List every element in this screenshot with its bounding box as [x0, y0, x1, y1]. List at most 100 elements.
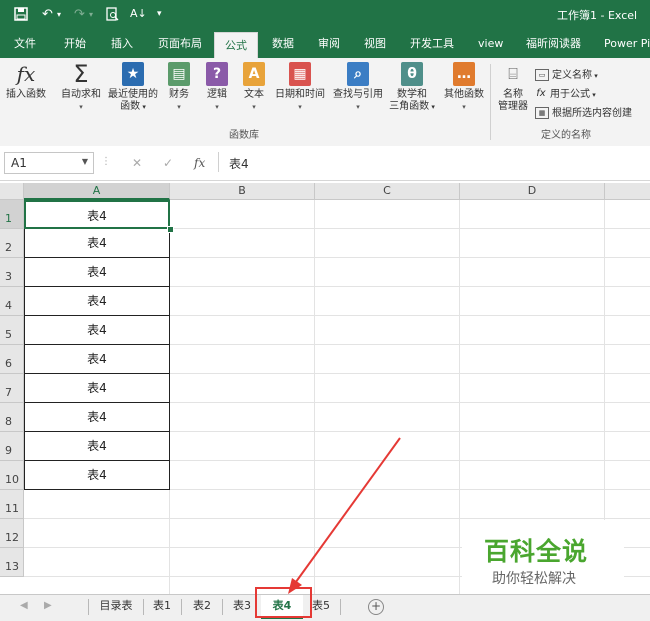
row-header[interactable]: 11 — [0, 490, 24, 519]
sheet-separator — [181, 599, 182, 615]
autosum-button[interactable]: Σ 自动求和 ▾ — [58, 62, 104, 113]
watermark: 百科全说 助你轻松解决 — [462, 520, 624, 594]
print-preview-icon[interactable] — [105, 7, 119, 25]
use-in-formula-button[interactable]: fx 用于公式 ▾ — [535, 85, 595, 101]
gridline — [24, 518, 650, 519]
column-header-c[interactable]: C — [315, 183, 460, 200]
prev-sheet-icon[interactable]: ◀ — [20, 600, 28, 611]
fx-small-icon: fx — [536, 88, 546, 99]
row-header[interactable]: 13 — [0, 548, 24, 577]
tab-view[interactable]: 视图 — [364, 30, 386, 58]
define-name-icon: ▭ — [535, 69, 549, 81]
sheet-tab-bar: ◀ ▶ 目录表 表1 表2 表3 表4 表5 + — [0, 594, 650, 621]
tab-view-en[interactable]: view — [478, 30, 503, 58]
fill-handle[interactable] — [167, 226, 174, 233]
fx-icon: fx — [16, 62, 36, 86]
financial-button[interactable]: ▤ 财务 ▾ — [166, 62, 192, 113]
chevron-down-icon: ▾ — [592, 72, 598, 80]
insert-function-icon[interactable]: fx — [194, 156, 205, 170]
redo-dropdown-icon[interactable]: ▾ — [89, 10, 93, 19]
column-header-b[interactable]: B — [170, 183, 315, 200]
next-sheet-icon[interactable]: ▶ — [44, 600, 52, 611]
chevron-down-icon: ▾ — [215, 103, 219, 111]
chevron-down-icon: ▾ — [462, 103, 466, 111]
window-title: 工作簿1 - Excel — [557, 9, 638, 22]
undo-dropdown-icon[interactable]: ▾ — [57, 10, 61, 19]
redo-icon[interactable]: ↷ — [74, 7, 85, 22]
chevron-down-icon[interactable]: ▼ — [82, 157, 88, 166]
cell-a9[interactable]: 表4 — [24, 432, 170, 461]
tab-power-pivot[interactable]: Power Pi — [604, 30, 650, 58]
cancel-icon[interactable]: ✕ — [132, 156, 142, 170]
insert-function-button[interactable]: fx 插入函数 — [4, 62, 48, 101]
tab-formulas[interactable]: 公式 — [214, 32, 258, 59]
cell-a3[interactable]: 表4 — [24, 258, 170, 287]
row-header[interactable]: 8 — [0, 403, 24, 432]
cell-a2[interactable]: 表4 — [24, 229, 170, 258]
row-header[interactable]: 1 — [0, 200, 24, 229]
cell-a4[interactable]: 表4 — [24, 287, 170, 316]
cell-a8[interactable]: 表4 — [24, 403, 170, 432]
ribbon: fx 插入函数 Σ 自动求和 ▾ ★ 最近使用的 函数 ▾ ▤ 财务 ▾ ? 逻… — [0, 58, 650, 147]
row-header[interactable]: 7 — [0, 374, 24, 403]
tab-page-layout[interactable]: 页面布局 — [158, 30, 202, 58]
define-name-button[interactable]: ▭ 定义名称 ▾ — [535, 66, 598, 81]
text-button[interactable]: A 文本 ▾ — [241, 62, 267, 113]
tab-data[interactable]: 数据 — [272, 30, 294, 58]
cell-a6[interactable]: 表4 — [24, 345, 170, 374]
column-header-d[interactable]: D — [460, 183, 605, 200]
undo-icon[interactable]: ↶ — [42, 7, 53, 22]
tab-home[interactable]: 开始 — [64, 30, 86, 58]
sheet-tab-1[interactable]: 表1 — [145, 595, 179, 619]
cell-a5[interactable]: 表4 — [24, 316, 170, 345]
name-manager-button[interactable]: ⌸ 名称 管理器 — [494, 62, 532, 113]
date-time-button[interactable]: ▦ 日期和时间 ▾ — [272, 62, 328, 113]
formula-bar: A1 ▼ ⋮ ✕ ✓ fx 表4 — [0, 146, 650, 181]
name-box[interactable]: A1 ▼ — [4, 152, 94, 174]
lookup-reference-button[interactable]: ⌕ 查找与引用 ▾ — [330, 62, 386, 113]
row-header[interactable]: 3 — [0, 258, 24, 287]
sheet-tab-2[interactable]: 表2 — [183, 595, 221, 619]
math-trig-button[interactable]: θ 数学和 三角函数 ▾ — [388, 62, 436, 113]
row-header[interactable]: 9 — [0, 432, 24, 461]
select-all-corner[interactable] — [0, 183, 24, 200]
tab-insert[interactable]: 插入 — [111, 30, 133, 58]
row-header[interactable]: 10 — [0, 461, 24, 490]
text-book-icon: A — [243, 62, 265, 86]
star-book-icon: ★ — [122, 62, 144, 86]
sheet-separator — [222, 599, 223, 615]
enter-icon[interactable]: ✓ — [163, 156, 173, 170]
cell-a10[interactable]: 表4 — [24, 461, 170, 490]
column-header-e[interactable] — [605, 183, 650, 200]
more-functions-icon: … — [453, 62, 475, 86]
create-from-selection-button[interactable]: ▦ 根据所选内容创建 — [535, 104, 632, 119]
logical-button[interactable]: ? 逻辑 ▾ — [204, 62, 230, 113]
tab-file[interactable]: 文件 — [14, 30, 36, 58]
formula-input[interactable]: 表4 — [218, 152, 650, 172]
tab-foxit-reader[interactable]: 福昕阅读器 — [526, 30, 581, 58]
tab-developer[interactable]: 开发工具 — [410, 30, 454, 58]
recently-used-button[interactable]: ★ 最近使用的 函数 ▾ — [106, 62, 160, 113]
sheet-separator — [143, 599, 144, 615]
row-header[interactable]: 6 — [0, 345, 24, 374]
row-header[interactable]: 2 — [0, 229, 24, 258]
add-sheet-button[interactable]: + — [368, 599, 384, 615]
financial-book-icon: ▤ — [168, 62, 190, 86]
question-book-icon: ? — [206, 62, 228, 86]
sheet-separator — [88, 599, 89, 615]
column-header-a[interactable]: A — [24, 183, 170, 200]
cell-a1[interactable]: 表4 — [24, 200, 170, 229]
save-icon[interactable] — [14, 7, 28, 25]
sheet-tab-catalog[interactable]: 目录表 — [90, 595, 142, 619]
group-label-defined-names: 定义的名称 — [541, 130, 591, 141]
row-header[interactable]: 5 — [0, 316, 24, 345]
tab-review[interactable]: 审阅 — [318, 30, 340, 58]
name-manager-icon: ⌸ — [508, 64, 518, 83]
row-header[interactable]: 4 — [0, 287, 24, 316]
customize-icon[interactable]: ▾ — [157, 9, 162, 19]
row-header[interactable]: 12 — [0, 519, 24, 548]
cell-a7[interactable]: 表4 — [24, 374, 170, 403]
gridline — [314, 200, 315, 594]
sort-icon[interactable]: A↓ — [130, 7, 147, 20]
more-functions-button[interactable]: … 其他函数 ▾ — [441, 62, 487, 113]
